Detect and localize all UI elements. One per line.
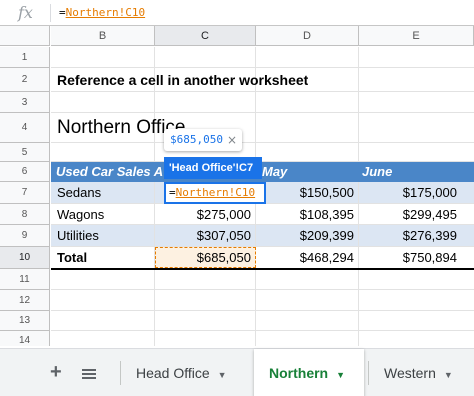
formula-bar: fx =Northern!C10 <box>0 0 474 26</box>
active-cell-editor[interactable]: =Northern!C10 <box>164 182 266 204</box>
column-header-e[interactable]: E <box>359 26 474 46</box>
row-header-13[interactable]: 13 <box>0 311 50 331</box>
formula-input[interactable]: =Northern!C10 <box>59 6 145 19</box>
row-header-11[interactable]: 11 <box>0 269 50 290</box>
column-header-b[interactable]: B <box>51 26 155 46</box>
cell-d10[interactable]: $468,294 <box>256 247 358 269</box>
row-label-total[interactable]: Total <box>57 247 87 269</box>
editor-reference: Northern!C10 <box>175 186 256 199</box>
cell-c8[interactable]: $275,000 <box>155 204 255 225</box>
column-header-c[interactable]: C <box>155 26 256 46</box>
tab-western[interactable]: Western ▼ <box>369 349 474 396</box>
row-header-4[interactable]: 4 <box>0 113 50 143</box>
cell-reference-tooltip: 'Head Office'!C7 <box>164 157 262 179</box>
row-header-6[interactable]: 6 <box>0 162 50 182</box>
formula-bar-divider <box>50 4 51 22</box>
cell-c10[interactable]: $685,050 <box>155 247 255 269</box>
cell-e9[interactable]: $276,399 <box>359 225 461 247</box>
row-header-8[interactable]: 8 <box>0 204 50 225</box>
tab-label: Northern <box>269 365 329 381</box>
cell-d9[interactable]: $209,399 <box>256 225 358 247</box>
cell-e7[interactable]: $175,000 <box>359 182 461 204</box>
fx-icon: fx <box>18 3 33 22</box>
tab-label: Head Office <box>136 365 210 381</box>
header-used-car-sales: Used Car Sales A <box>56 164 164 179</box>
header-june: June <box>362 164 393 179</box>
preview-value: $685,050 <box>170 133 223 146</box>
total-border <box>51 268 474 270</box>
close-icon[interactable]: × <box>227 129 237 151</box>
cell-c9[interactable]: $307,050 <box>155 225 255 247</box>
row-header-10[interactable]: 10 <box>0 247 50 269</box>
tab-head-office[interactable]: Head Office ▼ <box>121 349 249 396</box>
cell-e8[interactable]: $299,495 <box>359 204 461 225</box>
row-header-7[interactable]: 7 <box>0 182 50 204</box>
cell-e10[interactable]: $750,894 <box>359 247 461 269</box>
add-sheet-icon[interactable]: + <box>50 361 62 384</box>
tab-menu-caret-icon[interactable]: ▼ <box>336 370 345 380</box>
row-label-sedans[interactable]: Sedans <box>57 182 101 204</box>
cell-d8[interactable]: $108,395 <box>256 204 358 225</box>
editor-equals: = <box>169 186 176 199</box>
cell-d7[interactable]: $150,500 <box>256 182 358 204</box>
row-header-9[interactable]: 9 <box>0 225 50 247</box>
tab-menu-caret-icon[interactable]: ▼ <box>218 370 227 380</box>
gridline <box>51 330 474 331</box>
row-header-2[interactable]: 2 <box>0 68 50 92</box>
row-label-utilities[interactable]: Utilities <box>57 225 99 247</box>
row-header-12[interactable]: 12 <box>0 290 50 311</box>
row-header-1[interactable]: 1 <box>0 47 50 68</box>
gridline <box>51 289 474 290</box>
row-label-wagons[interactable]: Wagons <box>57 204 104 225</box>
formula-equals: = <box>59 6 66 19</box>
sheet-tab-bar: + Head Office ▼ Northern ▼ Western ▼ <box>0 348 474 396</box>
row-header-14[interactable]: 14 <box>0 331 50 346</box>
gridline <box>51 310 474 311</box>
tab-label: Western <box>384 365 436 381</box>
row-header-5[interactable]: 5 <box>0 143 50 162</box>
page-title: Reference a cell in another worksheet <box>57 72 309 88</box>
tab-menu-caret-icon[interactable]: ▼ <box>444 370 453 380</box>
all-sheets-icon[interactable] <box>82 369 96 380</box>
spreadsheet-grid[interactable]: B C D E 1 2 3 4 5 6 7 8 9 10 11 12 13 14… <box>0 26 474 346</box>
value-preview-tooltip: $685,050 × <box>164 129 242 151</box>
tab-northern[interactable]: Northern ▼ <box>254 349 364 396</box>
header-may: May <box>262 164 288 179</box>
formula-reference: Northern!C10 <box>65 6 146 19</box>
row-header-3[interactable]: 3 <box>0 92 50 113</box>
column-header-d[interactable]: D <box>256 26 359 46</box>
select-all-corner[interactable] <box>0 26 50 46</box>
